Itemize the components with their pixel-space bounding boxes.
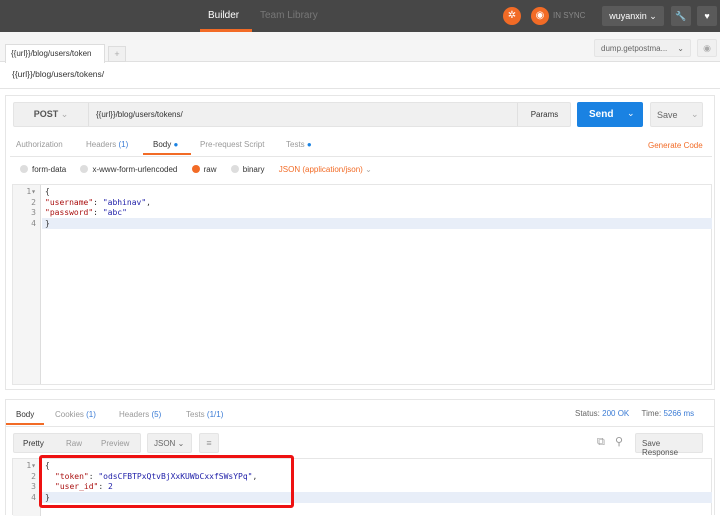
code-line: "username": "abhinav", xyxy=(45,197,151,207)
sync-icon[interactable]: ◉ xyxy=(531,7,549,25)
tests-label: Tests xyxy=(186,410,205,419)
response-tab-tests[interactable]: Tests (1/1) xyxy=(186,410,223,419)
headers-count: (5) xyxy=(151,410,162,419)
heart-icon[interactable]: ♥ xyxy=(697,6,717,26)
tab-prerequest-script[interactable]: Pre-request Script xyxy=(200,140,264,149)
request-tab[interactable]: {{url}}/blog/users/token xyxy=(5,44,105,63)
tab-team-library[interactable]: Team Library xyxy=(260,0,318,32)
user-dropdown[interactable]: wuyanxin ⌄ xyxy=(602,6,664,26)
method-select[interactable]: POST ⌄ xyxy=(14,103,89,126)
tests-count: (1/1) xyxy=(206,410,224,419)
response-tab-indicator xyxy=(6,423,44,425)
radio-label: x-www-form-urlencoded xyxy=(92,165,178,174)
headers-count: (1) xyxy=(118,140,129,149)
highlight-annotation-box xyxy=(39,455,294,508)
settings-wrench-icon[interactable]: 🔧 xyxy=(671,6,691,26)
radio-form-data[interactable]: form-data xyxy=(20,165,66,174)
radio-label: raw xyxy=(203,165,217,174)
time-value: 5266 ms xyxy=(663,409,695,418)
code-line: { xyxy=(45,187,50,196)
view-mode-group: Pretty Raw Preview xyxy=(13,433,141,453)
tab-authorization[interactable]: Authorization xyxy=(16,140,63,149)
code-content: { "username": "abhinav", "password": "ab… xyxy=(45,187,151,229)
radio-binary[interactable]: binary xyxy=(230,165,265,174)
divider xyxy=(0,88,720,89)
wrap-lines-icon[interactable]: ≡ xyxy=(199,433,219,453)
format-value: JSON xyxy=(154,439,176,448)
url-bar: POST ⌄ {{url}}/blog/users/tokens/ Params xyxy=(13,102,571,127)
response-tab-body[interactable]: Body xyxy=(16,410,34,419)
tab-headers[interactable]: Headers (1) xyxy=(86,140,128,149)
sync-status: IN SYNC xyxy=(553,11,586,20)
eye-icon[interactable]: ◉ xyxy=(697,39,717,57)
content-type-select[interactable]: JSON (application/json) ⌄ xyxy=(279,165,372,174)
headers-label: Headers xyxy=(86,140,117,149)
tab-tests[interactable]: Tests ● xyxy=(286,140,312,149)
format-select[interactable]: JSON ⌄ xyxy=(147,433,192,453)
tab-builder[interactable]: Builder xyxy=(208,0,239,32)
save-response-button[interactable]: Save Response xyxy=(635,433,703,457)
save-dropdown-chevron-icon[interactable]: ⌄ xyxy=(691,109,699,120)
response-tab-headers[interactable]: Headers (5) xyxy=(119,410,161,419)
params-button[interactable]: Params xyxy=(517,103,571,126)
interceptor-icon[interactable]: ✲ xyxy=(503,7,521,25)
request-body-editor[interactable]: 1▾ 2 3 4 { "username": "abhinav", "password… xyxy=(12,184,712,385)
headers-label: Headers xyxy=(119,410,150,419)
generate-code-link[interactable]: Generate Code xyxy=(648,141,703,150)
send-dropdown-chevron-icon[interactable]: ⌄ xyxy=(627,108,635,119)
method-value: POST xyxy=(33,109,59,119)
search-icon[interactable]: ⚲ xyxy=(615,435,623,448)
status-value: 200 OK xyxy=(602,409,630,418)
request-name: {{url}}/blog/users/tokens/ xyxy=(12,69,105,79)
tab-body[interactable]: Body ● xyxy=(153,140,178,149)
divider xyxy=(10,156,712,157)
response-tab-cookies[interactable]: Cookies (1) xyxy=(55,410,96,419)
cookies-count: (1) xyxy=(86,410,96,419)
tests-label: Tests xyxy=(286,140,305,149)
json-value: "abc" xyxy=(102,208,127,217)
code-line: "password": "abc" xyxy=(45,208,127,217)
new-tab-button[interactable]: + xyxy=(108,46,126,62)
radio-urlencoded[interactable]: x-www-form-urlencoded xyxy=(80,165,177,174)
top-bar: Builder Team Library ✲ ◉ IN SYNC wuyanxi… xyxy=(0,0,720,32)
username: wuyanxin xyxy=(609,11,647,21)
url-input[interactable]: {{url}}/blog/users/tokens/ xyxy=(96,110,183,119)
json-key: "password" xyxy=(45,208,94,217)
save-label: Save xyxy=(657,110,678,120)
divider xyxy=(6,426,714,427)
send-button[interactable]: Send ⌄ xyxy=(577,102,643,127)
radio-label: binary xyxy=(242,165,265,174)
view-raw[interactable]: Raw xyxy=(66,439,82,448)
code-line: } xyxy=(45,218,50,228)
json-key: "username" xyxy=(45,197,94,207)
view-preview[interactable]: Preview xyxy=(101,439,129,448)
line-numbers: 1▾ 2 3 4 xyxy=(13,185,41,384)
copy-icon[interactable]: ⧉ xyxy=(597,436,605,449)
radio-label: form-data xyxy=(32,165,67,174)
send-label: Send xyxy=(589,109,614,120)
json-value: "abhinav" xyxy=(102,197,147,207)
time-label: Time: xyxy=(641,409,662,418)
environment-value: dump.getpostma... xyxy=(601,44,668,53)
radio-raw[interactable]: raw xyxy=(191,165,217,174)
body-mode-radios: form-data x-www-form-urlencoded raw bina… xyxy=(20,165,372,174)
body-label: Body xyxy=(153,140,172,149)
body-tab-indicator xyxy=(143,153,191,155)
tab-strip: {{url}}/blog/users/token + dump.getpostm… xyxy=(0,32,720,63)
save-button[interactable]: Save ⌄ xyxy=(650,102,703,127)
environment-select[interactable]: dump.getpostma... ⌄ xyxy=(594,39,691,57)
status-label: Status: xyxy=(575,409,600,418)
content-type-value: JSON (application/json) xyxy=(278,165,363,174)
line-numbers: 1▾ 2 3 4 xyxy=(13,459,41,516)
view-pretty[interactable]: Pretty xyxy=(23,439,44,448)
response-status: Status: 200 OK Time: 5266 ms xyxy=(575,409,694,418)
cookies-label: Cookies xyxy=(55,410,84,419)
